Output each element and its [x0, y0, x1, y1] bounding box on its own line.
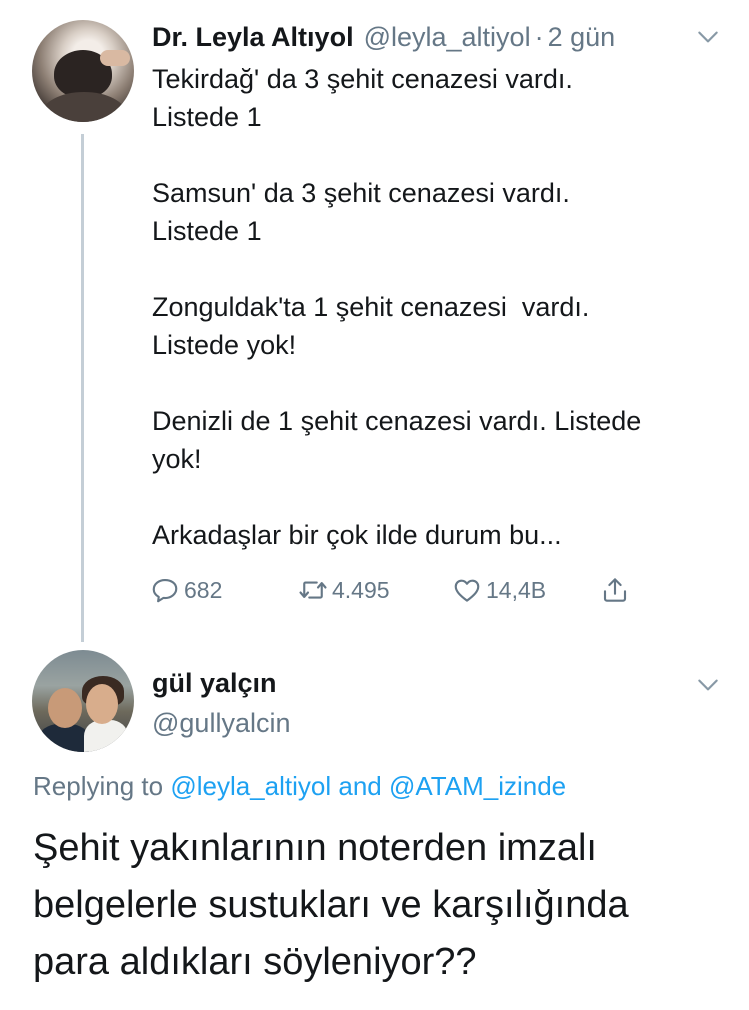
author-name[interactable]: gül yalçın: [152, 668, 277, 699]
avatar-face-shape: [48, 688, 82, 728]
replying-and[interactable]: and: [338, 771, 381, 801]
tweet-line: Arkadaşlar bir çok ilde durum bu...: [152, 520, 562, 550]
tweet-timestamp[interactable]: 2 gün: [548, 22, 616, 53]
like-count: 14,4B: [486, 576, 547, 603]
tweet-1[interactable]: Dr. Leyla Altıyol @leyla_altiyol · 2 gün…: [0, 0, 749, 642]
tweet-header: Dr. Leyla Altıyol @leyla_altiyol · 2 gün: [152, 22, 615, 58]
thread-line: [81, 134, 84, 642]
share-icon: [603, 578, 627, 602]
tweet-line: Listede 1: [152, 102, 262, 132]
tweet-line: Samsun' da 3 şehit cenazesi vardı.: [152, 178, 570, 208]
tweet-line: para aldıkları söyleniyor??: [33, 941, 477, 983]
heart-icon: [454, 579, 480, 602]
author-avatar[interactable]: [32, 20, 134, 122]
author-avatar[interactable]: [32, 650, 134, 752]
tweet-line: yok!: [152, 444, 202, 474]
author-handle[interactable]: @leyla_altiyol: [364, 22, 531, 53]
avatar-hand-shape: [100, 50, 130, 66]
mention-link[interactable]: @leyla_altiyol: [170, 771, 331, 801]
tweet-line: Zonguldak'ta 1 şehit cenazesi vardı.: [152, 292, 590, 322]
mention-link[interactable]: @ATAM_izinde: [389, 771, 566, 801]
avatar-shoulder-shape: [42, 92, 126, 122]
chevron-down-icon[interactable]: [695, 24, 721, 50]
avatar-person-shape: [38, 724, 90, 752]
reply-button[interactable]: 682: [150, 572, 222, 608]
tweet-line: Listede 1: [152, 216, 262, 246]
tweet-line: Şehit yakınlarının noterden imzalı: [33, 827, 597, 869]
tweet-actions: 682 4.495 14,4B: [150, 572, 640, 608]
replying-to: Replying to @leyla_altiyol and @ATAM_izi…: [33, 771, 566, 802]
share-button[interactable]: [600, 572, 630, 608]
tweet-paragraph: Denizli de 1 şehit cenazesi vardı. Liste…: [152, 402, 727, 478]
author-handle[interactable]: @gullyalcin: [152, 708, 290, 739]
retweet-icon: [299, 581, 327, 599]
tweet-line: Tekirdağ' da 3 şehit cenazesi vardı.: [152, 64, 573, 94]
like-button[interactable]: 14,4B: [452, 572, 546, 608]
tweet-paragraph: Samsun' da 3 şehit cenazesi vardı. Liste…: [152, 174, 727, 250]
chevron-down-icon[interactable]: [695, 672, 721, 698]
tweet-text: Tekirdağ' da 3 şehit cenazesi vardı. Lis…: [152, 60, 727, 554]
author-name[interactable]: Dr. Leyla Altıyol: [152, 22, 354, 53]
header-separator: ·: [534, 22, 544, 52]
tweet-paragraph: Arkadaşlar bir çok ilde durum bu...: [152, 516, 727, 554]
retweet-button[interactable]: 4.495: [298, 572, 390, 608]
tweet-line: belgelerle sustukları ve karşılığında: [33, 884, 629, 926]
avatar-person-shape: [84, 720, 128, 752]
reply-icon: [152, 578, 178, 603]
avatar-face-shape: [86, 684, 118, 724]
tweet-paragraph: Zonguldak'ta 1 şehit cenazesi vardı. Lis…: [152, 288, 727, 364]
replying-prefix: Replying to: [33, 771, 164, 801]
tweet-text: Şehit yakınlarının noterden imzalı belge…: [33, 820, 723, 991]
tweet-line: Listede yok!: [152, 330, 297, 360]
tweet-line: Denizli de 1 şehit cenazesi vardı. Liste…: [152, 406, 642, 436]
tweet-2[interactable]: gül yalçın @gullyalcin Replying to @leyl…: [0, 640, 749, 1010]
retweet-count: 4.495: [332, 576, 390, 603]
tweet-paragraph: Tekirdağ' da 3 şehit cenazesi vardı. Lis…: [152, 60, 727, 136]
reply-count: 682: [184, 576, 223, 603]
